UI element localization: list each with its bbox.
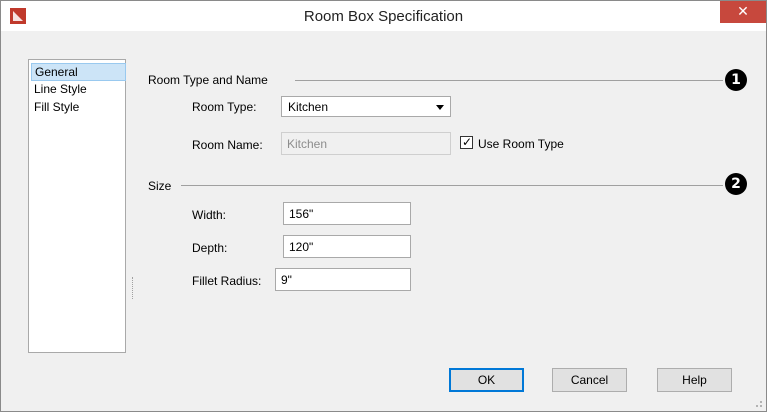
room-name-field[interactable] <box>281 132 451 155</box>
sidebar-item-line-style[interactable]: Line Style <box>31 80 124 98</box>
depth-field[interactable] <box>283 235 411 258</box>
checkmark-icon: ✓ <box>462 135 473 149</box>
callout-badge-2: 2 <box>725 173 747 195</box>
room-type-label: Room Type: <box>192 100 257 114</box>
panel-splitter[interactable] <box>132 277 135 299</box>
close-icon: ✕ <box>737 3 749 19</box>
chevron-down-icon <box>436 105 444 110</box>
room-type-value: Kitchen <box>288 100 329 114</box>
window-title: Room Box Specification <box>303 8 464 25</box>
depth-label: Depth: <box>192 241 228 255</box>
use-room-type-checkbox[interactable]: ✓ <box>460 135 473 149</box>
help-button[interactable]: Help <box>657 368 732 392</box>
fillet-radius-label: Fillet Radius: <box>192 274 262 288</box>
section-divider <box>181 185 723 186</box>
ok-button[interactable]: OK <box>449 368 524 392</box>
title-bar: Room Box Specification ✕ <box>1 1 766 31</box>
sidebar-item-general[interactable]: General <box>31 63 126 81</box>
dialog-window: Room Box Specification ✕ General Line St… <box>0 0 767 412</box>
close-button[interactable]: ✕ <box>720 1 766 23</box>
category-list: General Line Style Fill Style <box>28 59 126 353</box>
callout-badge-1: 1 <box>725 69 747 91</box>
section-heading-room-type-and-name: Room Type and Name <box>148 73 268 87</box>
fillet-radius-field[interactable] <box>275 268 411 291</box>
use-room-type-label[interactable]: Use Room Type <box>478 137 564 151</box>
sidebar-item-fill-style[interactable]: Fill Style <box>31 98 124 116</box>
section-divider <box>295 80 723 81</box>
resize-grip-icon[interactable] <box>753 398 763 408</box>
width-field[interactable] <box>283 202 411 225</box>
section-heading-size: Size <box>148 179 172 193</box>
cancel-button[interactable]: Cancel <box>552 368 627 392</box>
room-type-select[interactable]: Kitchen <box>281 96 451 117</box>
room-name-label: Room Name: <box>192 138 263 152</box>
width-label: Width: <box>192 208 227 222</box>
